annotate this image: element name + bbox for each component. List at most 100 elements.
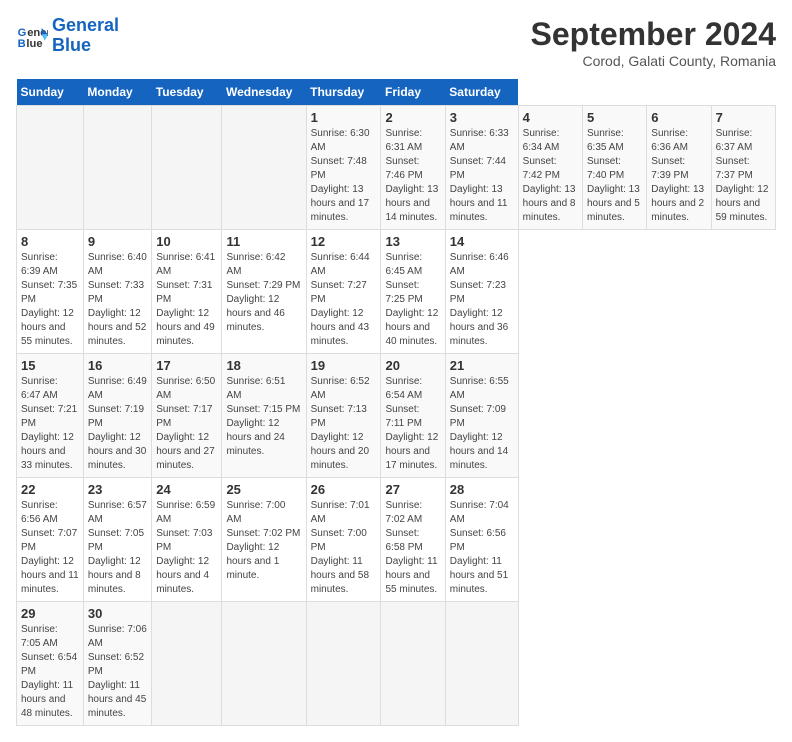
calendar-day-cell: 21 Sunrise: 6:55 AMSunset: 7:09 PMDayligh…: [445, 354, 518, 478]
calendar-day-cell: 11 Sunrise: 6:42 AMSunset: 7:29 PMDayligh…: [222, 230, 306, 354]
calendar-week-row: 8Sunrise: 6:39 AMSunset: 7:35 PMDaylight…: [17, 230, 776, 354]
calendar-day-cell: 5 Sunrise: 6:35 AMSunset: 7:40 PMDaylight…: [582, 106, 646, 230]
calendar-day-cell: 20Sunrise: 6:54 AMSunset: 7:11 PMDayligh…: [381, 354, 445, 478]
calendar-week-row: 15 Sunrise: 6:47 AMSunset: 7:21 PMDayligh…: [17, 354, 776, 478]
day-info: Sunrise: 6:41 AMSunset: 7:31 PMDaylight:…: [156, 251, 217, 349]
day-number: 11: [226, 234, 301, 249]
calendar-day-cell: 4Sunrise: 6:34 AMSunset: 7:42 PMDaylight…: [518, 106, 582, 230]
weekday-header-tuesday: Tuesday: [152, 79, 222, 106]
day-info: Sunrise: 7:06 AMSunset: 6:52 PMDaylight:…: [88, 623, 147, 721]
day-number: 25: [226, 482, 301, 497]
weekday-header-sunday: Sunday: [17, 79, 84, 106]
calendar-day-cell: 26Sunrise: 7:01 AMSunset: 7:00 PMDayligh…: [306, 478, 381, 602]
calendar-day-cell: 10Sunrise: 6:41 AMSunset: 7:31 PMDayligh…: [152, 230, 222, 354]
calendar-day-cell: 14Sunrise: 6:46 AMSunset: 7:23 PMDayligh…: [445, 230, 518, 354]
day-info: Sunrise: 6:31 AMSunset: 7:46 PMDaylight:…: [385, 127, 440, 225]
calendar-day-cell: 30 Sunrise: 7:06 AMSunset: 6:52 PMDayligh…: [83, 602, 151, 726]
calendar-day-cell: [152, 602, 222, 726]
calendar-day-cell: 13 Sunrise: 6:45 AMSunset: 7:25 PMDayligh…: [381, 230, 445, 354]
day-info: Sunrise: 6:33 AMSunset: 7:44 PMDaylight:…: [450, 127, 514, 225]
calendar-week-row: 1Sunrise: 6:30 AMSunset: 7:48 PMDaylight…: [17, 106, 776, 230]
calendar-day-cell: 28Sunrise: 7:04 AMSunset: 6:56 PMDayligh…: [445, 478, 518, 602]
calendar-day-cell: 3 Sunrise: 6:33 AMSunset: 7:44 PMDaylight…: [445, 106, 518, 230]
calendar-day-cell: 2 Sunrise: 6:31 AMSunset: 7:46 PMDaylight…: [381, 106, 445, 230]
calendar-day-cell: 9 Sunrise: 6:40 AMSunset: 7:33 PMDaylight…: [83, 230, 151, 354]
day-number: 18: [226, 358, 301, 373]
day-number: 29: [21, 606, 79, 621]
day-number: 6: [651, 110, 706, 125]
day-number: 27: [385, 482, 440, 497]
day-number: 9: [88, 234, 147, 249]
calendar-day-cell: [83, 106, 151, 230]
day-info: Sunrise: 6:47 AMSunset: 7:21 PMDaylight:…: [21, 375, 79, 473]
day-info: Sunrise: 6:44 AMSunset: 7:27 PMDaylight:…: [311, 251, 377, 349]
calendar-day-cell: 17 Sunrise: 6:50 AMSunset: 7:17 PMDayligh…: [152, 354, 222, 478]
day-info: Sunrise: 6:52 AMSunset: 7:13 PMDaylight:…: [311, 375, 377, 473]
calendar-week-row: 22 Sunrise: 6:56 AMSunset: 7:07 PMDayligh…: [17, 478, 776, 602]
calendar-day-cell: 29 Sunrise: 7:05 AMSunset: 6:54 PMDayligh…: [17, 602, 84, 726]
day-info: Sunrise: 7:01 AMSunset: 7:00 PMDaylight:…: [311, 499, 377, 597]
calendar-day-cell: 1Sunrise: 6:30 AMSunset: 7:48 PMDaylight…: [306, 106, 381, 230]
day-number: 23: [88, 482, 147, 497]
day-number: 14: [450, 234, 514, 249]
day-number: 12: [311, 234, 377, 249]
day-info: Sunrise: 6:50 AMSunset: 7:17 PMDaylight:…: [156, 375, 217, 473]
logo-text2: Blue: [52, 36, 119, 56]
day-info: Sunrise: 7:04 AMSunset: 6:56 PMDaylight:…: [450, 499, 514, 597]
day-number: 15: [21, 358, 79, 373]
calendar-day-cell: 8Sunrise: 6:39 AMSunset: 7:35 PMDaylight…: [17, 230, 84, 354]
day-number: 7: [716, 110, 771, 125]
month-title: September 2024: [531, 16, 776, 53]
calendar-day-cell: 27Sunrise: 7:02 AMSunset: 6:58 PMDayligh…: [381, 478, 445, 602]
day-number: 3: [450, 110, 514, 125]
calendar-day-cell: 6 Sunrise: 6:36 AMSunset: 7:39 PMDaylight…: [647, 106, 711, 230]
day-number: 21: [450, 358, 514, 373]
day-number: 22: [21, 482, 79, 497]
svg-text:lue: lue: [26, 38, 42, 50]
day-info: Sunrise: 6:59 AMSunset: 7:03 PMDaylight:…: [156, 499, 217, 597]
day-info: Sunrise: 6:40 AMSunset: 7:33 PMDaylight:…: [88, 251, 147, 349]
day-info: Sunrise: 6:39 AMSunset: 7:35 PMDaylight:…: [21, 251, 79, 349]
calendar-day-cell: 19 Sunrise: 6:52 AMSunset: 7:13 PMDayligh…: [306, 354, 381, 478]
day-info: Sunrise: 6:51 AMSunset: 7:15 PMDaylight:…: [226, 375, 301, 459]
day-info: Sunrise: 6:34 AMSunset: 7:42 PMDaylight:…: [523, 127, 578, 225]
day-number: 19: [311, 358, 377, 373]
day-number: 30: [88, 606, 147, 621]
day-info: Sunrise: 7:05 AMSunset: 6:54 PMDaylight:…: [21, 623, 79, 721]
subtitle: Corod, Galati County, Romania: [531, 53, 776, 69]
day-info: Sunrise: 6:35 AMSunset: 7:40 PMDaylight:…: [587, 127, 642, 225]
day-info: Sunrise: 6:42 AMSunset: 7:29 PMDaylight:…: [226, 251, 301, 335]
weekday-header-saturday: Saturday: [445, 79, 518, 106]
day-info: Sunrise: 6:37 AMSunset: 7:37 PMDaylight:…: [716, 127, 771, 225]
calendar-day-cell: [222, 106, 306, 230]
weekday-header-monday: Monday: [83, 79, 151, 106]
weekday-header-wednesday: Wednesday: [222, 79, 306, 106]
day-info: Sunrise: 6:45 AMSunset: 7:25 PMDaylight:…: [385, 251, 440, 349]
logo-text: General: [52, 16, 119, 36]
day-info: Sunrise: 6:56 AMSunset: 7:07 PMDaylight:…: [21, 499, 79, 597]
logo: G eneral B lue General Blue: [16, 16, 119, 56]
logo-icon: G eneral B lue: [16, 20, 48, 52]
calendar-day-cell: 18 Sunrise: 6:51 AMSunset: 7:15 PMDayligh…: [222, 354, 306, 478]
calendar-day-cell: [445, 602, 518, 726]
calendar-day-cell: 24 Sunrise: 6:59 AMSunset: 7:03 PMDayligh…: [152, 478, 222, 602]
calendar-day-cell: [152, 106, 222, 230]
title-area: September 2024 Corod, Galati County, Rom…: [531, 16, 776, 69]
day-number: 1: [311, 110, 377, 125]
calendar-day-cell: [222, 602, 306, 726]
day-info: Sunrise: 6:55 AMSunset: 7:09 PMDaylight:…: [450, 375, 514, 473]
day-number: 2: [385, 110, 440, 125]
day-number: 17: [156, 358, 217, 373]
svg-text:B: B: [18, 38, 26, 50]
calendar-day-cell: [381, 602, 445, 726]
day-info: Sunrise: 7:00 AMSunset: 7:02 PMDaylight:…: [226, 499, 301, 583]
day-number: 5: [587, 110, 642, 125]
day-number: 16: [88, 358, 147, 373]
calendar-day-cell: 7 Sunrise: 6:37 AMSunset: 7:37 PMDaylight…: [711, 106, 775, 230]
weekday-header-friday: Friday: [381, 79, 445, 106]
day-number: 24: [156, 482, 217, 497]
day-info: Sunrise: 6:36 AMSunset: 7:39 PMDaylight:…: [651, 127, 706, 225]
calendar-day-cell: 12 Sunrise: 6:44 AMSunset: 7:27 PMDayligh…: [306, 230, 381, 354]
day-number: 13: [385, 234, 440, 249]
weekday-header-row: SundayMondayTuesdayWednesdayThursdayFrid…: [17, 79, 776, 106]
